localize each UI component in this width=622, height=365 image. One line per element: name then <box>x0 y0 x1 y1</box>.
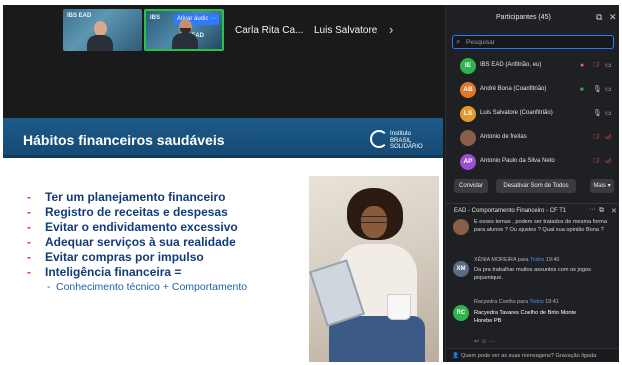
close-icon[interactable]: ✕ <box>611 207 617 215</box>
mic-off-icon[interactable]: 🎙̸ <box>593 62 598 70</box>
participant-video-person <box>87 21 113 51</box>
avatar: LS <box>460 106 476 122</box>
bullet-item: - Evitar o endividamento excessivo <box>27 220 238 234</box>
sub-bullet-item: - Conhecimento técnico + Comportamento <box>47 281 248 293</box>
slide-bullet-list: - Ter um planejamento financeiro - Registr… <box>27 190 247 295</box>
participant-row[interactable]: LS Luis Salvatore (Coanfitrião) 🎙 ▭ <box>446 103 619 125</box>
bullet-item: - Inteligência financeira = <box>27 265 182 279</box>
avatar: IE <box>460 58 476 74</box>
participant-video-person <box>172 19 198 49</box>
camera-icon[interactable]: ▭ <box>605 86 612 94</box>
mute-all-button[interactable]: Desativar Som de Todos <box>496 179 576 193</box>
mic-off-icon[interactable]: 🎙̸ <box>593 134 598 142</box>
reply-icons[interactable]: ↩ ☺ ··· <box>474 338 494 345</box>
recording-dot-icon: ● <box>580 62 585 69</box>
woman-with-tablet-photo <box>309 176 439 362</box>
avatar: AB <box>460 82 476 98</box>
chat-message-text: Da pra trabalhar muitos assuntos com os … <box>474 267 591 281</box>
camera-off-icon[interactable]: ▭̸ <box>605 158 612 166</box>
chat-title: EAD - Comportamento Financeiro - CF T1 <box>454 208 567 214</box>
participant-row[interactable]: AP Antonio Paulo da Silva Neto 🎙̸ ▭̸ <box>446 151 619 173</box>
pop-out-icon[interactable]: ⧉ <box>599 207 604 215</box>
bullet-item: - Registro de receitas e despesas <box>27 205 228 219</box>
chat-message-meta: Racyedra Coelho para Todos 19:41 <box>474 299 559 305</box>
video-thumbnail-presenter-1[interactable]: IBS EAD <box>63 9 142 51</box>
participant-name: André Bona (Coanfitrião) <box>480 86 547 92</box>
avatar <box>453 219 469 235</box>
camera-off-icon[interactable]: ▭̸ <box>605 134 612 142</box>
avatar: AP <box>460 154 476 170</box>
chat-messages: E esses temas , podem ser tratados de me… <box>446 219 619 347</box>
shared-screen-slide: Hábitos financeiros saudáveis Instituto … <box>3 118 443 362</box>
participant-search-box[interactable]: ⌕ <box>452 35 614 49</box>
participant-name: IBS EAD (Anfitrião, eu) <box>480 62 542 68</box>
camera-icon[interactable]: ▭ <box>605 110 612 118</box>
mic-off-icon[interactable]: 🎙̸ <box>593 158 598 166</box>
instituto-brasil-solidario-logo: Instituto BRASIL SOLIDÁRIO <box>370 129 434 151</box>
slide-header: Hábitos financeiros saudáveis Instituto … <box>3 118 443 158</box>
participant-row[interactable]: IE IBS EAD (Anfitrião, eu) ● 🎙̸ ▭ <box>446 55 619 77</box>
participant-name: Antonio de freitas <box>480 134 527 140</box>
slide-title: Hábitos financeiros saudáveis <box>23 132 225 148</box>
avatar: RC <box>453 305 469 321</box>
participants-title: Participantes (45) <box>496 14 551 21</box>
chat-header: EAD - Comportamento Financeiro - CF T1 ·… <box>446 203 619 217</box>
bullet-item: - Ter um planejamento financeiro <box>27 190 226 204</box>
camera-icon[interactable]: ▭ <box>605 62 612 70</box>
chat-message-text: Racyedra Tavares Coelho de Brito Monte H… <box>474 310 577 324</box>
participant-name: Luis Salvatore (Coanfitrião) <box>480 110 553 116</box>
chat-message-meta: XÊNIA MOREIRA para Todos 19:40 <box>474 257 560 263</box>
participant-tile-luis[interactable]: Luis Salvatore <box>314 25 377 36</box>
chat-footer: 👤 Quem pode ver as suas mensagens? Gravaç… <box>446 348 619 362</box>
participant-search-input[interactable] <box>466 37 606 48</box>
zoom-meeting-window: IBS EAD IBS IBS EAD Ativar áudio ··· Car… <box>3 5 619 362</box>
avatar <box>460 130 476 146</box>
invite-button[interactable]: Convidar <box>454 179 488 193</box>
more-button[interactable]: Mais ▾ <box>590 179 614 193</box>
chat-message-text: E esses temas , podem ser tratados de me… <box>474 219 608 233</box>
ibs-logo: IBS <box>150 15 161 21</box>
participant-row[interactable]: Antonio de freitas 🎙̸ ▭̸ <box>446 127 619 149</box>
pop-out-icon[interactable]: ⧉ <box>596 12 602 23</box>
participant-name: Antonio Paulo da Silva Neto <box>480 158 555 164</box>
bullet-item: - Adequar serviços à sua realidade <box>27 235 236 249</box>
participant-tile-carla[interactable]: Carla Rita Ca... <box>235 25 303 36</box>
chat-visibility-info[interactable]: 👤 Quem pode ver as suas mensagens? Gravaç… <box>452 353 596 359</box>
chevron-right-icon[interactable]: › <box>389 22 393 37</box>
screen-share-icon: ■ <box>580 87 584 93</box>
video-thumbnail-presenter-2[interactable]: IBS IBS EAD Ativar áudio ··· <box>144 9 224 51</box>
bullet-item: - Evitar compras por impulso <box>27 250 204 264</box>
mic-icon[interactable]: 🎙 <box>593 110 602 118</box>
side-panel: Participantes (45) ⧉ ✕ ⌕ IE IBS EAD (Anf… <box>445 5 619 362</box>
participants-actions: Convidar Desativar Som de Todos Mais ▾ <box>446 179 619 197</box>
more-icon[interactable]: ··· <box>589 206 596 213</box>
person-icon: 👤 <box>452 353 459 359</box>
participant-row[interactable]: AB André Bona (Coanfitrião) ■ 🎙 ▭ <box>446 79 619 101</box>
mic-icon[interactable]: 🎙 <box>593 86 602 94</box>
participants-header: Participantes (45) ⧉ ✕ <box>446 5 619 31</box>
search-icon: ⌕ <box>456 37 461 46</box>
video-strip: IBS EAD IBS IBS EAD Ativar áudio ··· Car… <box>3 5 443 53</box>
close-icon[interactable]: ✕ <box>609 12 617 23</box>
avatar: XM <box>453 261 469 277</box>
more-options-icon[interactable]: ··· <box>208 14 219 25</box>
ibs-logo: IBS EAD <box>67 13 92 19</box>
